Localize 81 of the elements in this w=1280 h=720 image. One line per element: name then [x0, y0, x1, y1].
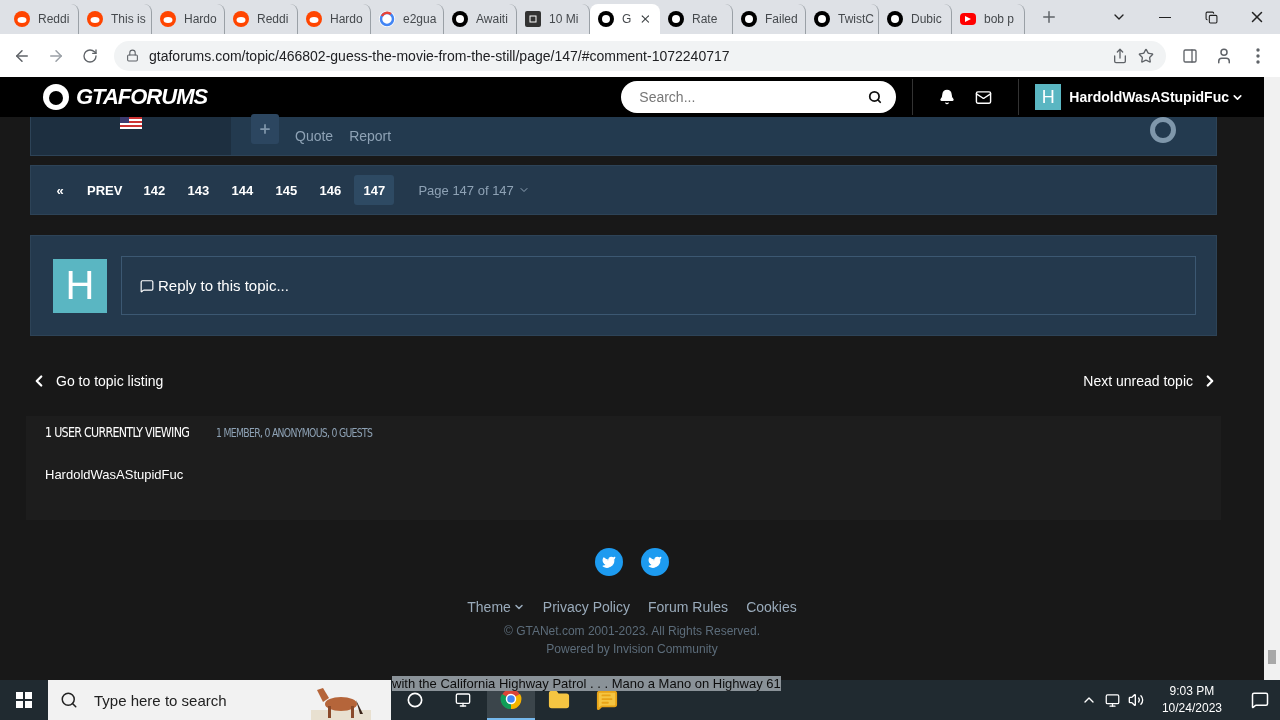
twitter-link[interactable] [595, 548, 623, 576]
viewing-detail: 1 MEMBER, 0 ANONYMOUS, 0 GUESTS [216, 426, 373, 440]
address-bar[interactable]: gtaforums.com/topic/466802-guess-the-movie-from-the-still/page/147/#comment-1072240717 [114, 40, 1166, 71]
reddit-icon [160, 11, 176, 27]
footer-link[interactable]: Forum Rules [648, 599, 729, 615]
lock-icon [126, 49, 139, 62]
first-page-button[interactable]: « [45, 175, 75, 205]
reddit-icon [87, 11, 103, 27]
footer-link[interactable]: Privacy Policy [542, 599, 630, 615]
page-button[interactable]: 144 [222, 175, 263, 205]
bookmark-icon[interactable] [1138, 47, 1154, 64]
page-jump-menu[interactable]: Page 147 of 147 [418, 182, 530, 198]
search-icon [60, 691, 78, 709]
viewing-title: 1 USER CURRENTLY VIEWING [45, 424, 191, 440]
circle-icon [407, 692, 423, 708]
volume-icon[interactable] [1127, 692, 1144, 708]
fist-icon [452, 11, 468, 27]
flag-icon [120, 117, 142, 129]
fist-icon [668, 11, 684, 27]
reddit-icon [14, 11, 30, 27]
search-bar[interactable]: Search... [621, 81, 897, 113]
user-link[interactable]: HardoldWasAStupidFuc [45, 467, 184, 482]
plus-icon [258, 122, 272, 136]
page-button[interactable]: 147 [354, 175, 395, 205]
page-button[interactable]: 143 [178, 175, 219, 205]
taskbar-search-input[interactable]: Type here to search [92, 690, 379, 710]
user-avatar: H [53, 258, 107, 313]
menu-icon [1256, 47, 1260, 64]
copyright-text: © GTANet.com 2001-2023. All Rights Reserved. [503, 624, 761, 638]
plus-icon [1040, 8, 1058, 26]
bell-icon [939, 89, 956, 105]
prev-page-button[interactable]: PREV [79, 175, 131, 205]
taskbar-search-bar[interactable]: Type here to search [48, 680, 391, 720]
reload-icon [82, 47, 98, 64]
post-action-link[interactable]: Quote [295, 128, 334, 144]
reddit-icon [306, 11, 322, 27]
share-icon[interactable] [1112, 47, 1128, 64]
page-button[interactable]: 145 [266, 175, 307, 205]
scrollbar-thumb[interactable] [1268, 650, 1276, 664]
title-tooltip: with the California Highway Patrol . . . Mano a Mano on Highway 61 [392, 676, 781, 691]
user-menu[interactable]: HardoldWasAStupidFuc [1069, 89, 1244, 105]
network-icon[interactable] [1104, 692, 1120, 708]
mail-icon [975, 88, 993, 106]
browser-tab[interactable]: G [590, 4, 660, 34]
footer-link[interactable]: Cookies [746, 599, 797, 615]
post-action-link[interactable]: Report [349, 128, 392, 144]
fist-icon [887, 11, 903, 27]
search-icon[interactable] [868, 90, 883, 104]
page-button[interactable]: 142 [134, 175, 175, 205]
notification-icon [1251, 691, 1269, 709]
side-panel-icon [1182, 47, 1198, 64]
twitter-link[interactable] [641, 548, 669, 576]
fist-icon [814, 11, 830, 27]
site-logo[interactable]: GTAFORUMS [42, 83, 208, 111]
reaction-icon[interactable] [1150, 117, 1176, 143]
box-icon [525, 11, 541, 27]
multiquote-button[interactable] [251, 114, 279, 144]
close-icon[interactable] [639, 12, 652, 26]
fist-icon [741, 11, 757, 27]
play-icon [960, 13, 976, 25]
fist-icon [42, 83, 70, 111]
search-input[interactable]: Search... [637, 88, 869, 106]
speech-bubble-icon [596, 689, 618, 711]
google-icon [379, 11, 395, 27]
topic-listing-link[interactable]: Go to topic listing [30, 372, 164, 390]
next-topic-link[interactable]: Next unread topic [1083, 372, 1219, 390]
restore-icon [1204, 10, 1218, 24]
person-icon [1215, 46, 1233, 65]
reply-field[interactable]: Reply to this topic... [121, 256, 1196, 315]
speech-bubble-icon [140, 278, 154, 293]
folder-icon [548, 689, 570, 711]
minimize-icon [1159, 16, 1171, 18]
task-view-icon [455, 692, 471, 708]
windows-icon [16, 692, 32, 708]
bird-icon [648, 555, 662, 569]
footer-link[interactable]: Theme [467, 599, 525, 615]
fist-icon [598, 11, 614, 27]
clock[interactable]: 9:03 PM 10/24/2023 [1161, 683, 1222, 717]
reddit-icon [233, 11, 249, 27]
bird-icon [602, 555, 616, 569]
page-button[interactable]: 146 [310, 175, 351, 205]
